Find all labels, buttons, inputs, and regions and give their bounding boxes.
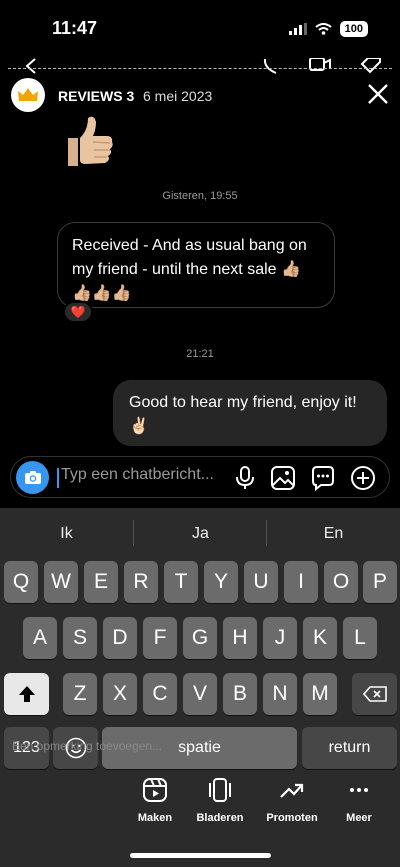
heart-reaction[interactable]: ❤️ xyxy=(63,301,93,323)
outgoing-message[interactable]: Good to hear my friend, enjoy it! ✌🏻 xyxy=(113,380,387,446)
story-date: 6 mei 2023 xyxy=(143,88,213,104)
suggestion[interactable]: Ik xyxy=(0,525,133,543)
tab-meer[interactable]: Meer xyxy=(329,776,389,824)
message-text: Good to hear my friend, enjoy it! ✌🏻 xyxy=(129,394,357,435)
key-g[interactable]: G xyxy=(183,617,217,659)
tab-maken[interactable]: Maken xyxy=(125,776,185,824)
reel-icon xyxy=(143,778,167,802)
key-c[interactable]: C xyxy=(143,673,177,715)
incoming-message[interactable]: Received - And as usual bang on my frien… xyxy=(57,222,335,308)
key-l[interactable]: L xyxy=(343,617,377,659)
message-input[interactable] xyxy=(61,466,231,484)
status-icons: 100 xyxy=(288,21,368,37)
tab-label: Maken xyxy=(137,812,173,824)
text-caret xyxy=(57,468,59,488)
key-b[interactable]: B xyxy=(223,673,257,715)
key-h[interactable]: H xyxy=(223,617,257,659)
key-k[interactable]: K xyxy=(303,617,337,659)
tab-label: Meer xyxy=(346,812,372,824)
back-icon[interactable] xyxy=(24,58,38,74)
cards-icon xyxy=(209,778,231,802)
divider xyxy=(8,68,392,69)
tag-icon[interactable] xyxy=(360,58,382,74)
shift-key[interactable] xyxy=(4,673,49,715)
key-d[interactable]: D xyxy=(103,617,137,659)
status-bar: 11:47 100 xyxy=(0,0,400,56)
phone-icon[interactable] xyxy=(262,58,282,74)
key-v[interactable]: V xyxy=(183,673,217,715)
suggestion[interactable]: En xyxy=(267,525,400,543)
gallery-icon[interactable] xyxy=(270,465,296,491)
more-icon xyxy=(350,788,368,792)
key-x[interactable]: X xyxy=(103,673,137,715)
camera-button[interactable] xyxy=(16,461,49,494)
trend-icon xyxy=(280,783,304,798)
key-i[interactable]: I xyxy=(284,561,318,603)
key-o[interactable]: O xyxy=(324,561,358,603)
suggestion[interactable]: Ja xyxy=(134,525,267,543)
delete-key[interactable] xyxy=(352,673,397,715)
key-f[interactable]: F xyxy=(143,617,177,659)
key-n[interactable]: N xyxy=(263,673,297,715)
bottom-action-bar: Maken Bladeren Promoten Meer xyxy=(0,776,400,836)
key-z[interactable]: Z xyxy=(63,673,97,715)
comment-ghost-text: Een opmerking toevoegen... xyxy=(12,739,163,753)
suggestion-bar: Ik Ja En xyxy=(0,508,400,558)
shift-icon xyxy=(18,686,35,702)
avatar[interactable] xyxy=(11,78,45,112)
tab-bladeren[interactable]: Bladeren xyxy=(190,776,250,824)
video-icon[interactable] xyxy=(308,58,332,74)
microphone-icon[interactable] xyxy=(232,465,258,491)
key-r[interactable]: R xyxy=(124,561,158,603)
message-text: Received - And as usual bang on my frien… xyxy=(72,237,307,302)
backspace-icon xyxy=(362,686,387,702)
key-u[interactable]: U xyxy=(244,561,278,603)
return-key[interactable]: return xyxy=(302,727,397,769)
message-composer xyxy=(10,456,390,498)
chat-header: REVIEWS 3 6 mei 2023 xyxy=(0,78,400,114)
sticker-icon[interactable] xyxy=(310,465,336,491)
crown-logo-icon xyxy=(18,88,38,101)
wifi-icon xyxy=(315,23,332,35)
tab-promoten[interactable]: Promoten xyxy=(262,776,322,824)
key-t[interactable]: T xyxy=(164,561,198,603)
key-q[interactable]: Q xyxy=(4,561,38,603)
key-a[interactable]: A xyxy=(23,617,57,659)
key-p[interactable]: P xyxy=(363,561,397,603)
close-icon[interactable] xyxy=(366,82,390,106)
key-s[interactable]: S xyxy=(63,617,97,659)
key-y[interactable]: Y xyxy=(204,561,238,603)
key-e[interactable]: E xyxy=(84,561,118,603)
key-j[interactable]: J xyxy=(263,617,297,659)
key-m[interactable]: M xyxy=(303,673,337,715)
status-time: 11:47 xyxy=(52,18,98,38)
tab-label: Bladeren xyxy=(196,812,244,824)
thumbs-up-emoji xyxy=(68,116,113,166)
battery-icon: 100 xyxy=(339,21,368,37)
add-icon[interactable] xyxy=(350,465,376,491)
tab-label: Promoten xyxy=(266,812,318,824)
timestamp: Gisteren, 19:55 xyxy=(162,190,238,202)
signal-icon xyxy=(288,23,307,35)
contact-name[interactable]: REVIEWS 3 xyxy=(58,88,134,104)
home-indicator[interactable] xyxy=(130,853,271,858)
timestamp: 21:21 xyxy=(186,348,214,360)
camera-icon xyxy=(24,471,41,484)
key-w[interactable]: W xyxy=(44,561,78,603)
